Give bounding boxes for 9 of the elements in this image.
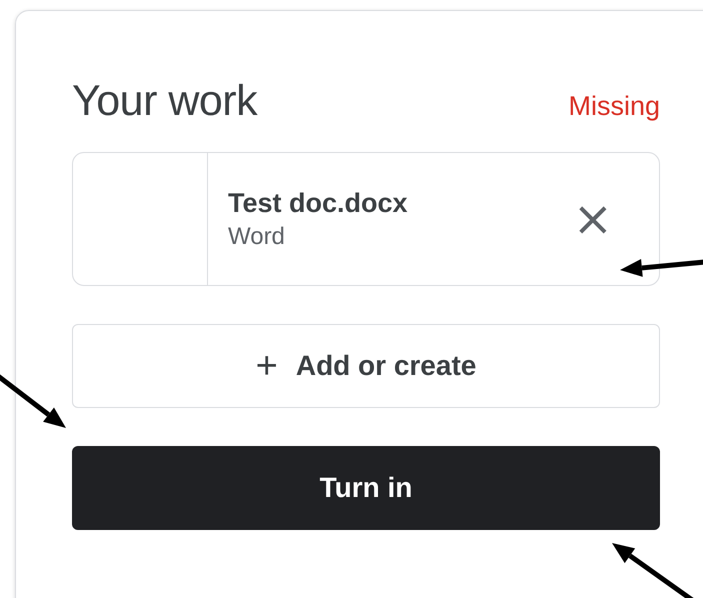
status-label: Missing	[568, 91, 660, 122]
turn-in-button[interactable]: Turn in	[72, 446, 660, 530]
plus-icon: +	[256, 347, 278, 385]
file-name: Test doc.docx	[228, 188, 409, 218]
section-title: Your work	[72, 77, 258, 126]
add-or-create-button[interactable]: + Add or create	[72, 324, 660, 408]
remove-button[interactable]: ×	[572, 195, 613, 243]
annotation-arrow	[0, 374, 66, 428]
file-type: Word	[228, 222, 286, 250]
